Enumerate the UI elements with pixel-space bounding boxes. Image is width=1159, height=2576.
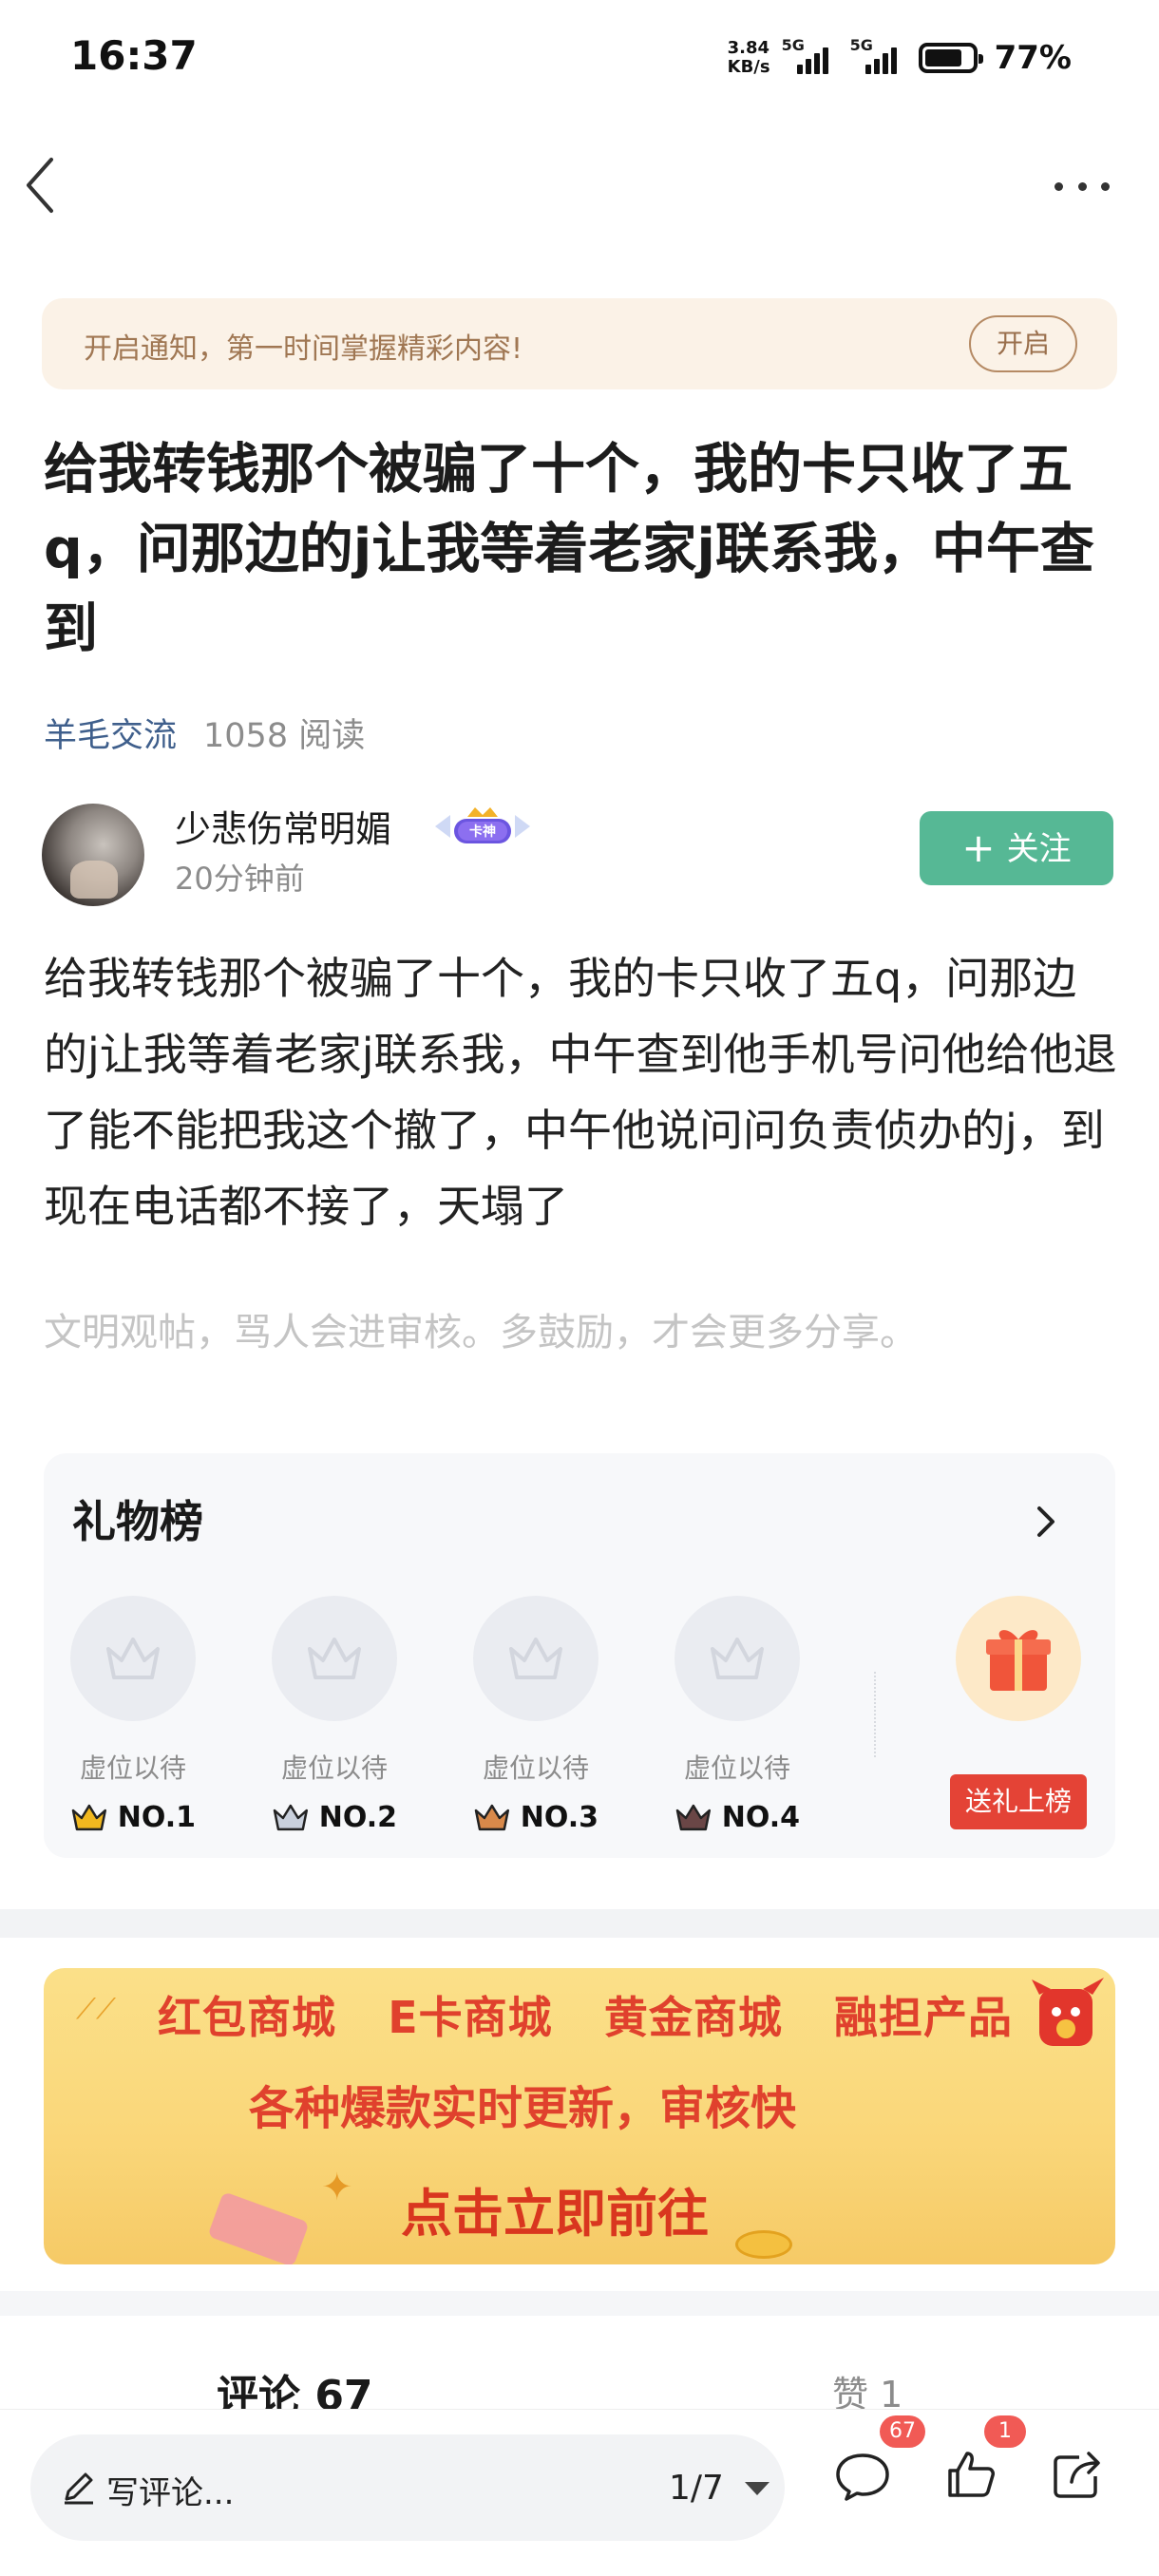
crown-icon [675,1804,712,1830]
mascot-icon [1022,1970,1113,2061]
seat-rank: NO.4 [674,1801,800,1834]
status-bar: 16:37 3.84 KB/s 5G 5G 77% [0,0,1159,114]
network-speed: 3.84 KB/s [727,38,770,77]
post-title: 给我转钱那个被骗了十个，我的卡只收了五q，问那边的j让我等着老家j联系我，中午查… [44,438,1094,660]
plus-icon: + [961,824,996,871]
back-arrow-icon [27,158,53,213]
comment-placeholder: 写评论... [106,2474,235,2512]
promo-banner[interactable]: ⟋⟋ 红包商城 E卡商城 黄金商城 融担产品 各种爆款实时更新，审核快 ✦ 点击… [44,1968,1115,2264]
signal-icon: 5G [850,36,907,74]
pen-icon [65,2472,93,2505]
promo-items: 红包商城 E卡商城 黄金商城 融担产品 [158,1992,1013,2043]
empty-seat [674,1596,800,1721]
post-body: 给我转钱那个被骗了十个，我的卡只收了五q，问那边的j让我等着老家j联系我，中午查… [44,953,1117,1232]
comment-count-badge: 67 [880,2415,925,2448]
sparkle-icon: ⟋⟋ [76,1993,116,2026]
battery-percent: 77% [994,39,1072,77]
crown-icon [71,1804,107,1830]
gift-box-icon[interactable] [956,1596,1081,1721]
section-divider [0,2291,1159,2316]
crown-icon [474,1804,510,1830]
gift-seat[interactable]: 虚位以待 NO.2 [272,1596,397,1834]
gift-seat[interactable]: 虚位以待 NO.4 [674,1596,800,1834]
seat-label: 虚位以待 [482,1752,589,1784]
civility-hint: 文明观帖，骂人会进审核。多鼓励，才会更多分享。 [44,1311,918,1354]
crown-icon [273,1804,309,1830]
gift-seat[interactable]: 虚位以待 NO.3 [473,1596,598,1834]
more-dots-icon [1054,181,1110,191]
vip-badge-icon: 卡神 [429,804,536,849]
seat-label: 虚位以待 [280,1752,388,1784]
chevron-down-icon[interactable] [745,2482,770,2495]
send-gift-button[interactable]: 送礼上榜 [950,1774,1087,1829]
page-indicator[interactable]: 1/7 [669,2469,724,2508]
crown-icon [308,1638,361,1679]
notification-banner: 开启通知，第一时间掌握精彩内容! 开启 [42,298,1117,389]
thumbs-up-icon[interactable] [944,2448,998,2505]
enable-notification-button[interactable]: 开启 [969,315,1077,372]
seat-label: 虚位以待 [683,1752,790,1784]
post-time: 20分钟前 [175,861,305,897]
divider [874,1672,876,1757]
like-count-badge: 1 [984,2415,1026,2448]
ribbon-decoration [207,2191,310,2264]
battery-icon [918,43,983,73]
empty-seat [272,1596,397,1721]
bottom-action-bar: 写评论... 1/7 67 1 [0,2409,1159,2576]
chevron-right-icon[interactable] [1032,1503,1060,1541]
status-time: 16:37 [70,32,198,79]
crown-icon [106,1638,160,1679]
svg-text:卡神: 卡神 [469,824,496,840]
back-button[interactable] [21,152,78,218]
more-button[interactable] [1049,167,1115,205]
seat-rank: NO.1 [70,1801,196,1834]
promo-subtitle: 各种爆款实时更新，审核快 [249,2082,797,2135]
seat-label: 虚位以待 [79,1752,186,1784]
empty-seat [70,1596,196,1721]
follow-button[interactable]: + 关注 [920,811,1113,885]
share-icon[interactable] [1051,2448,1106,2505]
seat-rank: NO.2 [272,1801,397,1834]
comment-bubble-icon[interactable] [834,2450,891,2507]
author-avatar[interactable] [42,804,144,906]
comment-input[interactable]: 写评论... 1/7 [30,2434,785,2541]
section-divider [0,1909,1159,1938]
signal-icon: 5G [782,36,839,74]
seat-rank: NO.3 [473,1801,598,1834]
promo-cta[interactable]: 点击立即前往 [401,2171,709,2246]
topic-tag[interactable]: 羊毛交流 [44,717,177,755]
status-indicators: 3.84 KB/s 5G 5G 77% [728,34,1072,82]
post-meta: 羊毛交流 1058 阅读 [44,709,365,757]
gift-leaderboard: 礼物榜 虚位以待 NO.1 虚位以待 NO.2 虚位以待 NO.3 虚位以待 N… [44,1453,1115,1858]
crown-icon [711,1638,764,1679]
empty-seat [473,1596,598,1721]
coin-decoration [735,2230,792,2259]
notification-text: 开启通知，第一时间掌握精彩内容! [84,332,523,366]
star-icon: ✦ [321,2166,353,2209]
read-count: 1058 阅读 [203,717,366,755]
gift-seat[interactable]: 虚位以待 NO.1 [70,1596,196,1834]
crown-icon [509,1638,562,1679]
gift-board-title: 礼物榜 [72,1496,203,1547]
author-name[interactable]: 少悲伤常明媚 [175,800,391,852]
